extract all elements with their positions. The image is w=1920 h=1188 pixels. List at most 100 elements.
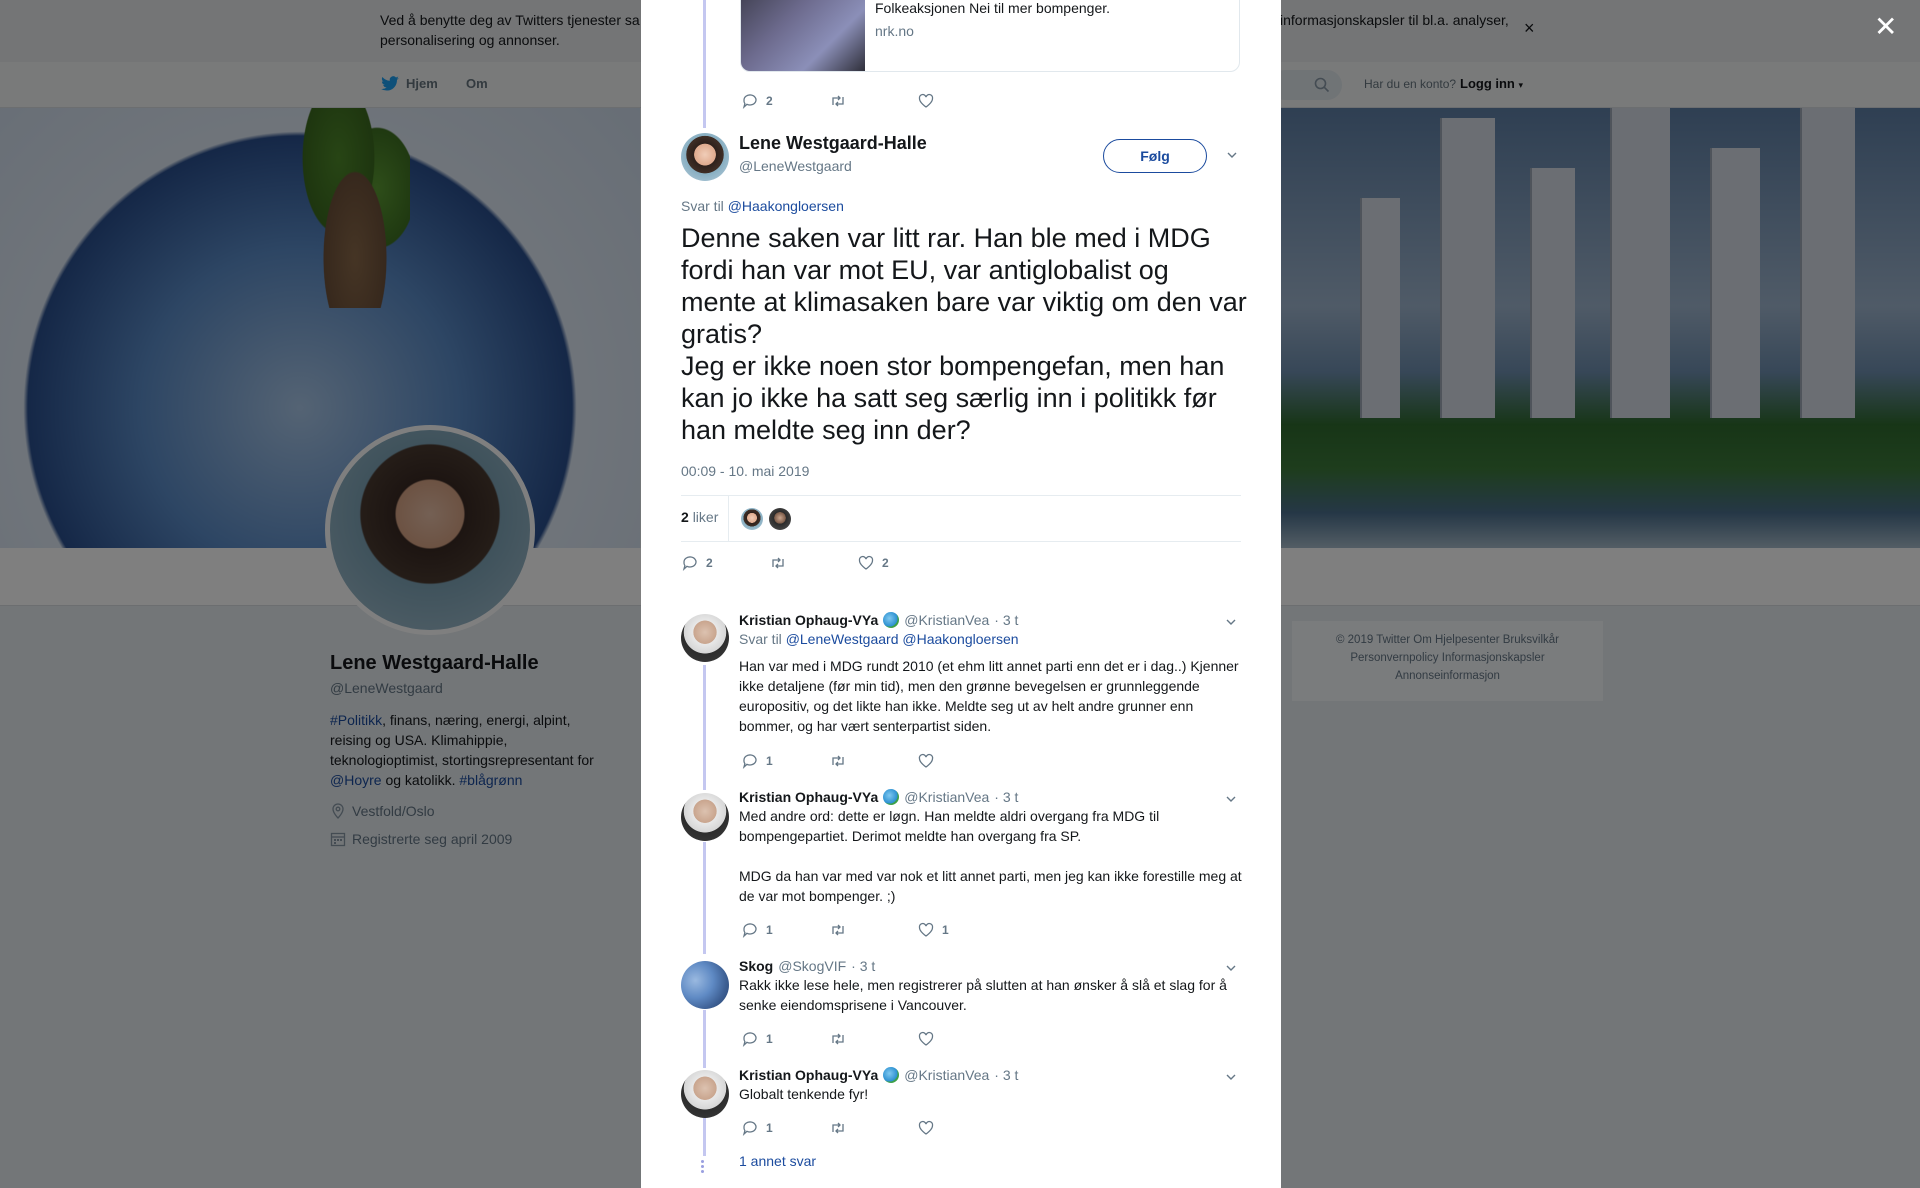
heart-icon	[918, 753, 934, 768]
retweet-icon	[832, 1122, 844, 1134]
retweet-icon	[832, 95, 844, 107]
reply-actions: 1 1	[742, 922, 1006, 938]
reply-button[interactable]: 2	[742, 93, 830, 109]
reply-icon	[742, 1032, 757, 1047]
heart-icon	[918, 93, 934, 108]
divider	[728, 496, 729, 542]
reply-header: Kristian Ophaug-VYa @KristianVea · 3 t	[739, 1067, 1249, 1083]
follow-button[interactable]: Følg	[1103, 139, 1207, 173]
avatar[interactable]	[681, 133, 729, 181]
reply-author-handle[interactable]: @SkogVIF	[778, 958, 846, 974]
globe-emoji-icon	[883, 1067, 900, 1083]
tweet-author-handle[interactable]: @LeneWestgaard	[739, 158, 852, 174]
reply-icon	[682, 556, 697, 571]
thread-line	[703, 1118, 706, 1156]
avatar[interactable]	[681, 614, 729, 662]
more-replies-dots-icon	[701, 1160, 704, 1175]
reply-button[interactable]: 1	[742, 1031, 830, 1047]
reply-tweet: Kristian Ophaug-VYa @KristianVea · 3 t M…	[739, 789, 1249, 906]
reply-icon	[742, 94, 757, 109]
reply-button[interactable]: 1	[742, 753, 830, 769]
reply-time[interactable]: · 3 t	[994, 789, 1018, 805]
liker-avatar[interactable]	[769, 508, 791, 530]
reply-icon	[742, 754, 757, 769]
like-button[interactable]: 1	[918, 922, 1006, 938]
reply-text: Med andre ord: dette er løgn. Han meldte…	[739, 808, 1160, 844]
retweet-button[interactable]	[830, 753, 918, 769]
reply-time[interactable]: · 3 t	[851, 958, 875, 974]
chevron-down-icon[interactable]	[1224, 961, 1238, 975]
reply-tweet: Kristian Ophaug-VYa @KristianVea · 3 t S…	[739, 612, 1249, 736]
reply-author-handle[interactable]: @KristianVea	[904, 612, 989, 628]
link-card[interactable]: Folkeaksjonen Nei til mer bompenger. nrk…	[740, 0, 1240, 72]
reply-icon	[742, 1121, 757, 1136]
reply-actions: 1	[742, 753, 1006, 769]
retweet-icon	[832, 1033, 844, 1045]
like-button[interactable]	[918, 93, 1006, 109]
reply-time[interactable]: · 3 t	[994, 612, 1018, 628]
avatar[interactable]	[681, 1070, 729, 1118]
reply-time[interactable]: · 3 t	[994, 1067, 1018, 1083]
like-button[interactable]	[918, 1031, 1006, 1047]
heart-icon	[918, 1031, 934, 1046]
likes-count[interactable]: 2 liker	[681, 509, 718, 525]
heart-icon	[918, 1120, 934, 1135]
reply-text: Han var med i MDG rundt 2010 (et ehm lit…	[739, 658, 1239, 734]
thread-line	[703, 0, 706, 128]
retweet-icon	[832, 755, 844, 767]
tweet-author-name[interactable]: Lene Westgaard-Halle	[739, 133, 927, 154]
avatar[interactable]	[681, 793, 729, 841]
reply-actions: 1	[742, 1120, 1006, 1136]
card-image	[741, 0, 865, 71]
thread-line	[703, 842, 706, 954]
tweet-actions: 2	[742, 93, 1006, 109]
card-title: Folkeaksjonen Nei til mer bompenger.	[875, 0, 1111, 16]
more-replies-link[interactable]: 1 annet svar	[739, 1153, 816, 1169]
mention-link[interactable]: @LeneWestgaard @Haakongloersen	[786, 631, 1019, 647]
reply-header: Skog @SkogVIF · 3 t	[739, 958, 1249, 974]
liker-avatar[interactable]	[741, 508, 763, 530]
mention-link[interactable]: @Haakongloersen	[728, 198, 844, 214]
reply-button[interactable]: 1	[742, 922, 830, 938]
retweet-button[interactable]	[830, 1031, 918, 1047]
chevron-down-icon[interactable]	[1224, 792, 1238, 806]
retweet-button[interactable]	[830, 1120, 918, 1136]
retweet-button[interactable]	[770, 555, 858, 571]
globe-emoji-icon	[883, 789, 900, 805]
retweet-icon	[832, 924, 844, 936]
retweet-icon	[772, 557, 784, 569]
reply-author-name[interactable]: Kristian Ophaug-VYa	[739, 612, 878, 628]
card-domain: nrk.no	[875, 23, 914, 39]
reply-button[interactable]: 2	[682, 555, 770, 571]
chevron-down-icon[interactable]	[1224, 1070, 1238, 1084]
like-button[interactable]	[918, 753, 1006, 769]
thread-line	[703, 1010, 706, 1068]
chevron-down-icon[interactable]	[1225, 148, 1239, 162]
tweet-stats: 2 liker	[681, 495, 1241, 542]
reply-text: MDG da han var med var nok et litt annet…	[739, 868, 1242, 904]
globe-emoji-icon	[883, 612, 900, 628]
reply-tweet: Skog @SkogVIF · 3 t Rakk ikke lese hele,…	[739, 958, 1249, 1015]
reply-tweet: Kristian Ophaug-VYa @KristianVea · 3 t G…	[739, 1067, 1249, 1104]
reply-to: Svar til @Haakongloersen	[681, 198, 844, 214]
avatar[interactable]	[681, 961, 729, 1009]
like-button[interactable]	[918, 1120, 1006, 1136]
reply-author-handle[interactable]: @KristianVea	[904, 789, 989, 805]
close-icon[interactable]: ✕	[1874, 10, 1897, 43]
reply-author-name[interactable]: Kristian Ophaug-VYa	[739, 1067, 878, 1083]
like-button[interactable]: 2	[858, 555, 946, 571]
reply-button[interactable]: 1	[742, 1120, 830, 1136]
thread-line	[703, 665, 706, 790]
retweet-button[interactable]	[830, 922, 918, 938]
reply-text: Globalt tenkende fyr!	[739, 1086, 869, 1102]
reply-actions: 1	[742, 1031, 1006, 1047]
reply-author-name[interactable]: Kristian Ophaug-VYa	[739, 789, 878, 805]
reply-author-name[interactable]: Skog	[739, 958, 773, 974]
heart-icon	[918, 922, 934, 937]
retweet-button[interactable]	[830, 93, 918, 109]
reply-to: Svar til @LeneWestgaard @Haakongloersen	[739, 631, 1019, 647]
chevron-down-icon[interactable]	[1224, 615, 1238, 629]
reply-header: Kristian Ophaug-VYa @KristianVea · 3 t	[739, 612, 1249, 628]
reply-author-handle[interactable]: @KristianVea	[904, 1067, 989, 1083]
tweet-timestamp[interactable]: 00:09 - 10. mai 2019	[681, 463, 809, 479]
